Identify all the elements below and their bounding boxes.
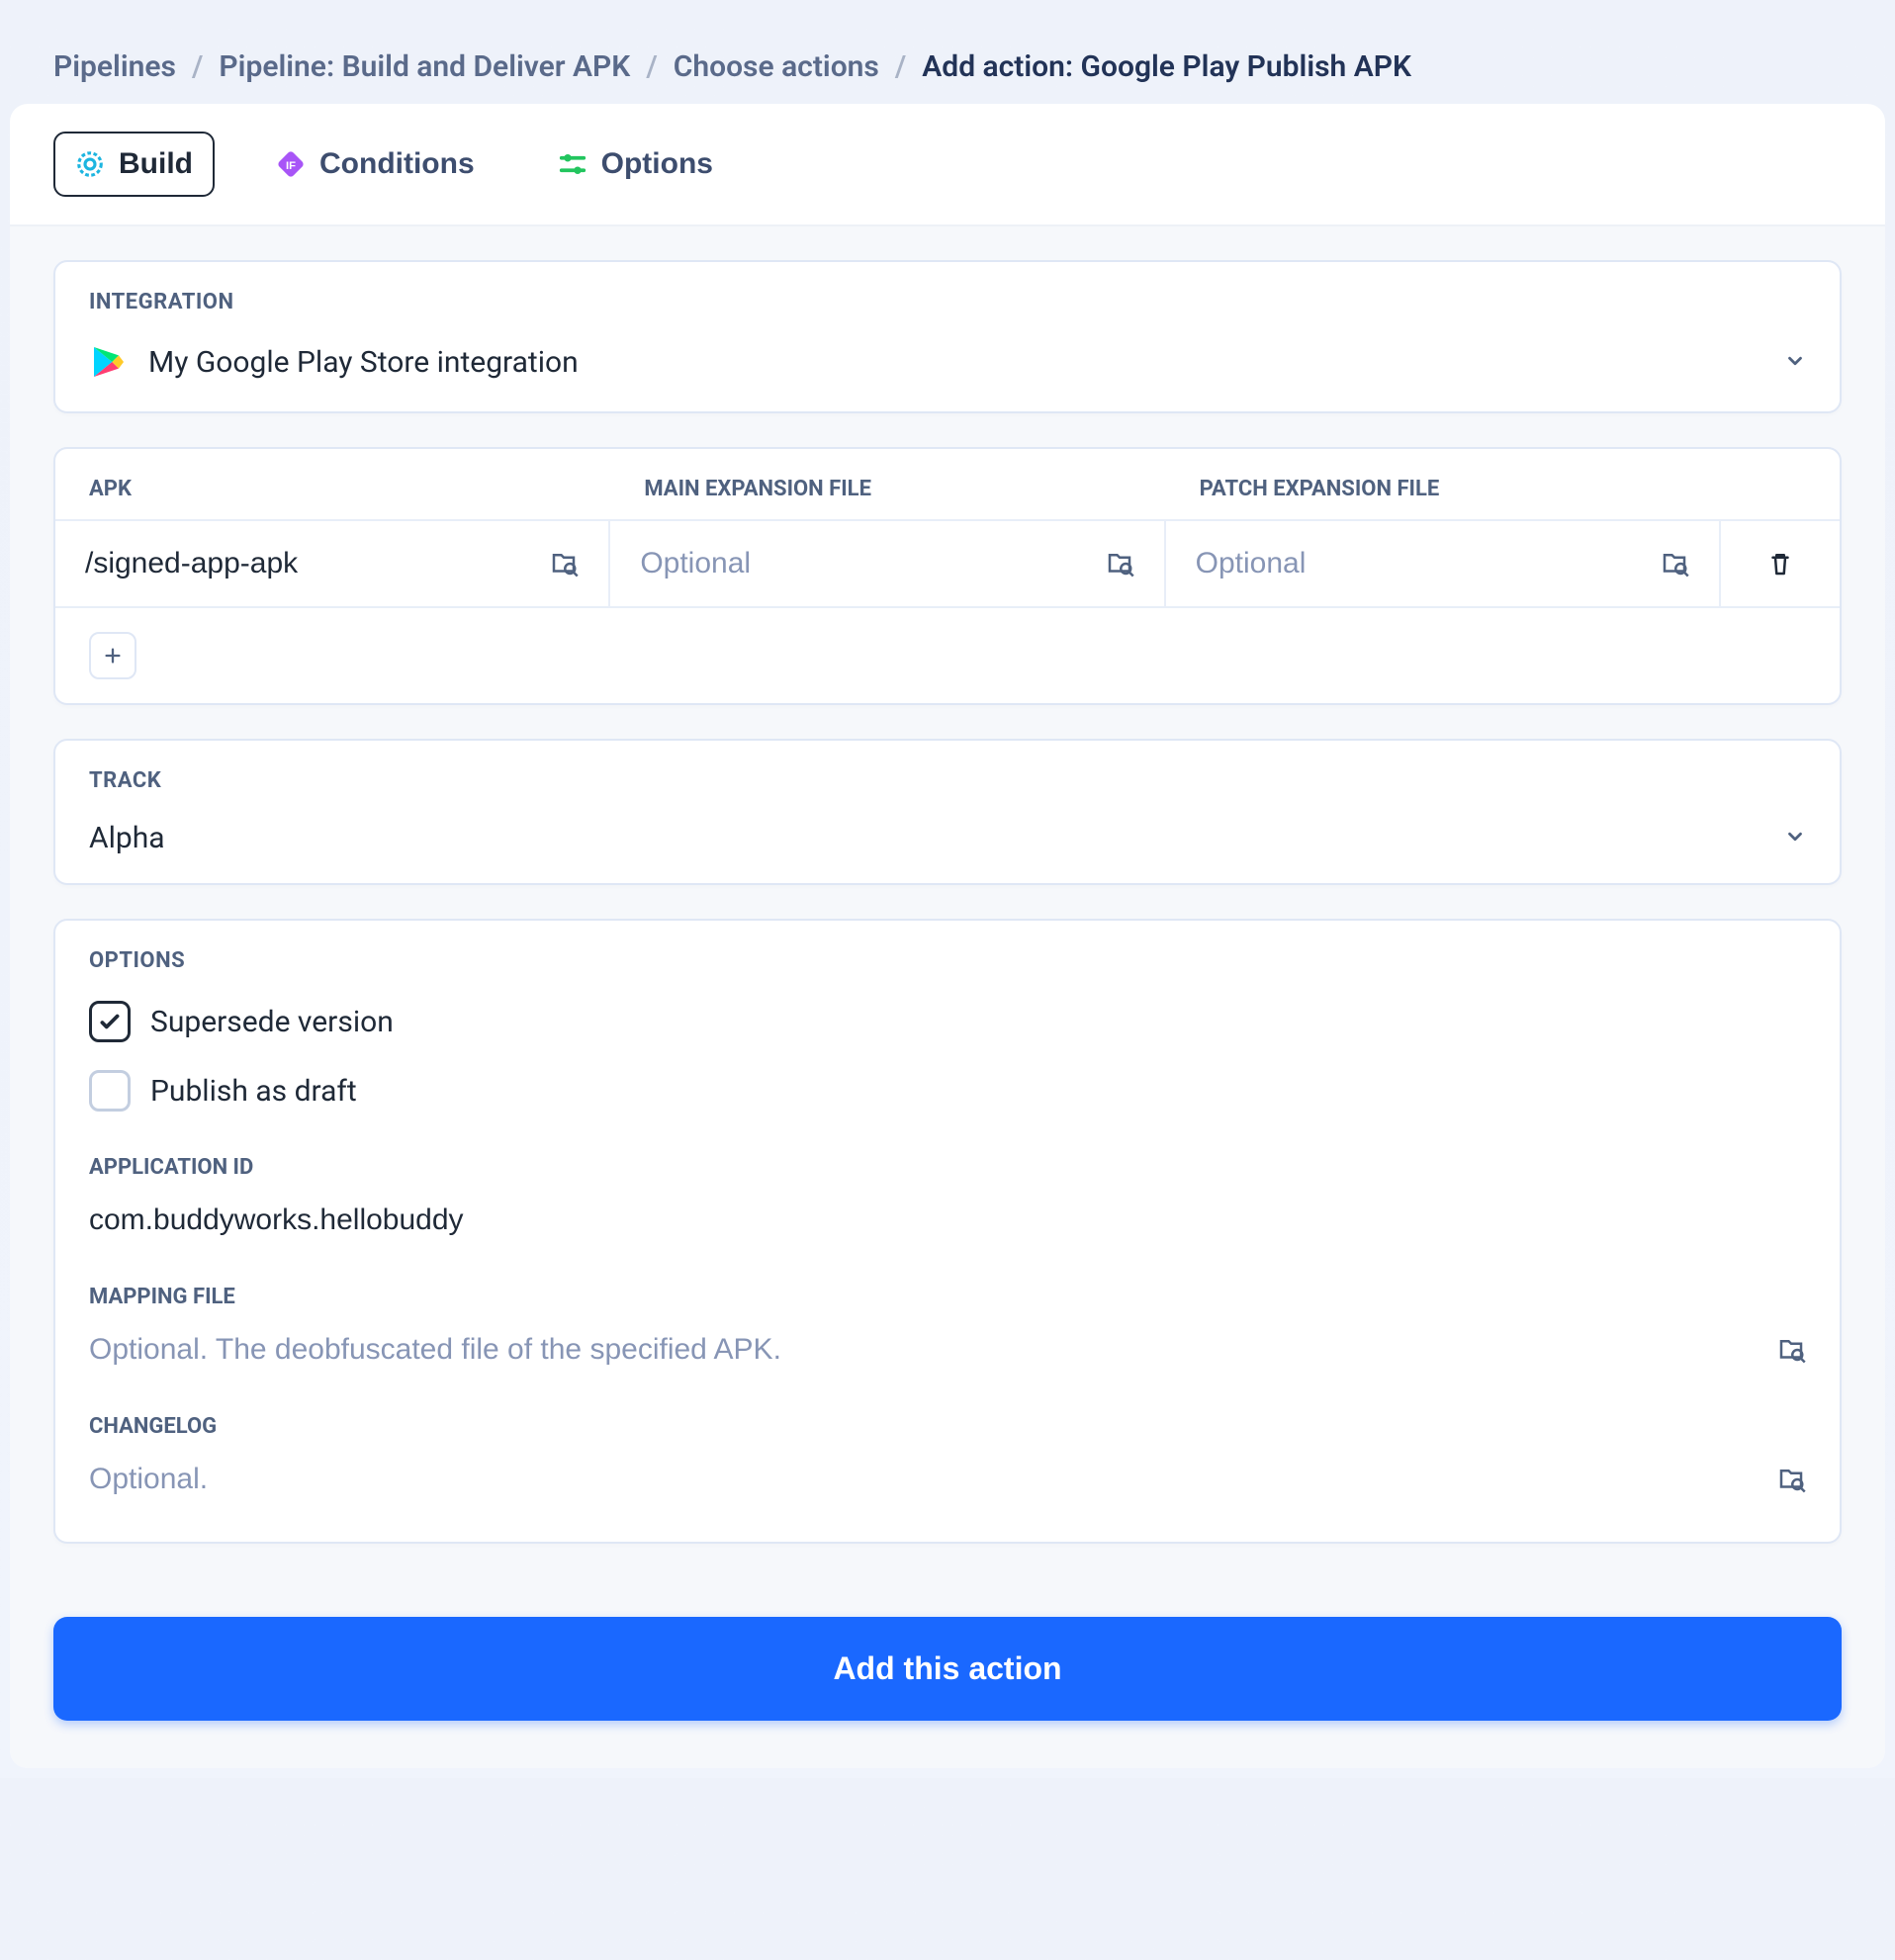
tab-build-label: Build xyxy=(119,147,193,181)
track-select[interactable]: Alpha xyxy=(55,807,1840,883)
trash-icon[interactable] xyxy=(1765,549,1795,579)
browse-icon[interactable] xyxy=(1660,549,1689,579)
apk-path-input[interactable] xyxy=(85,547,549,580)
apk-panel: APK MAIN EXPANSION FILE PATCH EXPANSION … xyxy=(53,447,1842,705)
apk-col-main: MAIN EXPANSION FILE xyxy=(610,449,1165,519)
changelog-input[interactable] xyxy=(89,1463,1776,1496)
integration-value: My Google Play Store integration xyxy=(148,345,579,380)
apk-col-apk: APK xyxy=(55,449,610,519)
breadcrumb-link-pipeline[interactable]: Pipeline: Build and Deliver APK xyxy=(219,49,630,84)
track-panel: TRACK Alpha xyxy=(53,739,1842,885)
mapping-file-input[interactable] xyxy=(89,1333,1776,1367)
integration-select[interactable]: My Google Play Store integration xyxy=(55,328,1840,411)
track-label: TRACK xyxy=(55,741,1840,807)
tab-options[interactable]: Options xyxy=(536,132,735,197)
integration-panel: INTEGRATION My Google Play Store integra… xyxy=(53,260,1842,413)
add-action-button[interactable]: Add this action xyxy=(53,1617,1842,1721)
mapping-file-label: MAPPING FILE xyxy=(89,1255,1806,1323)
chevron-down-icon xyxy=(1784,346,1806,379)
diamond-icon: IF xyxy=(276,149,306,179)
browse-icon[interactable] xyxy=(1105,549,1134,579)
browse-icon[interactable] xyxy=(1776,1335,1806,1365)
supersede-label: Supersede version xyxy=(150,1005,394,1039)
browse-icon[interactable] xyxy=(1776,1465,1806,1494)
browse-icon[interactable] xyxy=(549,549,579,579)
breadcrumb: Pipelines / Pipeline: Build and Deliver … xyxy=(10,30,1885,104)
app-id-input[interactable] xyxy=(89,1203,1806,1237)
chevron-down-icon xyxy=(1784,822,1806,854)
apk-table-row xyxy=(55,519,1840,608)
google-play-icon xyxy=(89,342,129,382)
tab-conditions[interactable]: IF Conditions xyxy=(254,132,496,197)
patch-expansion-input[interactable] xyxy=(1196,547,1660,580)
publish-draft-label: Publish as draft xyxy=(150,1074,357,1109)
main-card: Build IF Conditions Options INTEGRATION xyxy=(10,104,1885,1768)
tab-options-label: Options xyxy=(601,147,713,181)
changelog-label: CHANGELOG xyxy=(89,1384,1806,1453)
svg-text:IF: IF xyxy=(286,160,296,172)
supersede-checkbox[interactable] xyxy=(89,1001,131,1042)
tabs: Build IF Conditions Options xyxy=(10,104,1885,226)
breadcrumb-sep: / xyxy=(646,49,657,84)
breadcrumb-sep: / xyxy=(192,49,203,84)
breadcrumb-current: Add action: Google Play Publish APK xyxy=(922,49,1411,84)
tab-build[interactable]: Build xyxy=(53,132,215,197)
main-expansion-input[interactable] xyxy=(640,547,1104,580)
publish-draft-checkbox[interactable] xyxy=(89,1070,131,1112)
track-value: Alpha xyxy=(89,821,165,855)
breadcrumb-link-choose-actions[interactable]: Choose actions xyxy=(674,49,879,84)
integration-label: INTEGRATION xyxy=(55,262,1840,328)
gear-icon xyxy=(75,149,105,179)
sliders-icon xyxy=(558,149,587,179)
add-apk-button[interactable] xyxy=(89,632,136,679)
options-panel: OPTIONS Supersede version Publish as dra… xyxy=(53,919,1842,1544)
options-label: OPTIONS xyxy=(55,921,1840,987)
apk-col-patch: PATCH EXPANSION FILE xyxy=(1166,449,1721,519)
app-id-label: APPLICATION ID xyxy=(89,1125,1806,1194)
tab-conditions-label: Conditions xyxy=(319,147,475,181)
apk-table-header: APK MAIN EXPANSION FILE PATCH EXPANSION … xyxy=(55,449,1840,519)
breadcrumb-sep: / xyxy=(895,49,906,84)
breadcrumb-link-pipelines[interactable]: Pipelines xyxy=(53,49,176,84)
